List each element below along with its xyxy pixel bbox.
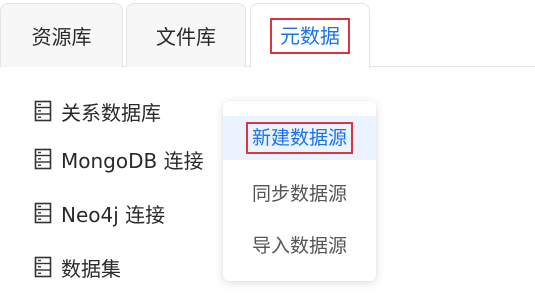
tree-item-label: Neo4j 连接	[61, 202, 166, 227]
tree-item-label: 数据集	[61, 256, 121, 281]
menu-item-sync-datasource[interactable]: 同步数据源	[223, 170, 376, 214]
tab-label: 资源库	[31, 25, 92, 49]
menu-item-import-datasource[interactable]: 导入数据源	[223, 222, 376, 266]
tree-item-relational-database[interactable]: 关系数据库	[33, 90, 233, 132]
tree-item-dataset[interactable]: 数据集	[33, 240, 233, 294]
database-icon	[34, 148, 52, 170]
tab-metadata[interactable]: 元数据	[250, 3, 370, 68]
database-icon	[34, 100, 52, 122]
menu-item-new-datasource[interactable]: 新建数据源	[223, 116, 376, 160]
metadata-tree: 关系数据库 MongoDB 连接 Neo4j 连接 数据集	[33, 90, 233, 294]
tree-item-mongodb-connection[interactable]: MongoDB 连接	[33, 132, 233, 186]
menu-item-label: 导入数据源	[251, 234, 347, 257]
menu-item-label: 同步数据源	[251, 182, 347, 205]
tree-item-label: 关系数据库	[61, 100, 161, 125]
tab-file-library[interactable]: 文件库	[126, 3, 246, 67]
database-icon	[34, 202, 52, 224]
tab-label: 文件库	[156, 25, 216, 49]
tab-bar: 资源库 文件库 元数据	[0, 0, 535, 68]
database-icon	[34, 256, 52, 278]
tree-item-neo4j-connection[interactable]: Neo4j 连接	[33, 186, 233, 240]
tree-item-label: MongoDB 连接	[61, 148, 204, 173]
tab-label: 元数据	[270, 18, 350, 54]
menu-item-label: 新建数据源	[245, 122, 353, 154]
tab-resource-library[interactable]: 资源库	[0, 3, 123, 67]
context-menu: 新建数据源 同步数据源 导入数据源	[223, 101, 376, 281]
